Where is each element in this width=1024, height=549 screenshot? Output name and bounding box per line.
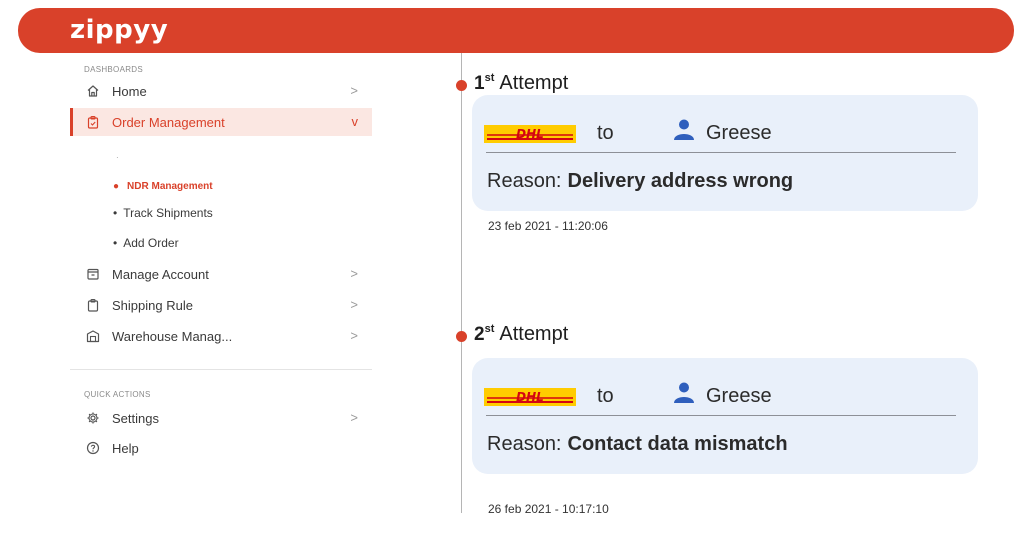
home-icon [87,85,99,97]
reason-row: Reason: Delivery address wrong [487,170,793,193]
sidebar-item-manage-account[interactable]: Manage Account > [70,260,372,288]
timeline-line [461,53,462,513]
sidebar-item-help[interactable]: Help [70,434,372,462]
sidebar-item-settings[interactable]: Settings > [70,404,372,432]
attempt-title: 2 st Attempt [474,323,568,346]
person-icon [674,119,694,140]
sidebar-item-order-management[interactable]: Order Management v [70,108,372,136]
sidebar-item-warehouse-management[interactable]: Warehouse Manag... > [70,322,372,350]
submenu-item-label: Add Order [123,236,179,250]
svg-text:DHL: DHL [516,390,544,404]
bullet-dot: ● [113,181,120,192]
chevron-right-icon: > [350,410,358,425]
reason-label: Reason: [487,170,562,192]
submenu-separator-dot: · [116,153,119,162]
attempt-title: 1 st Attempt [474,72,568,95]
person-icon [674,382,694,403]
sidebar-item-label: Order Management [112,114,225,130]
attempt-card: DHL to Greese Reason: Delivery address w… [472,95,978,211]
dashboards-section-label: DASHBOARDS [84,65,144,74]
sidebar-item-label: Manage Account [112,266,209,282]
attempt-suffix: st [484,72,495,84]
sidebar-item-label: Shipping Rule [112,297,193,313]
sidebar-item-label: Home [112,83,147,99]
clipboard-rule-icon [87,298,99,312]
submenu-item-ndr-management[interactable]: ● NDR Management [113,181,213,192]
attempt-suffix: st [484,323,495,335]
submenu-item-track-shipments[interactable]: • Track Shipments [113,206,213,220]
bullet-dot: • [113,236,118,250]
dhl-logo-icon: DHL [484,388,576,406]
quick-actions-section-label: QUICK ACTIONS [84,390,151,399]
card-separator [486,152,956,153]
svg-text:DHL: DHL [516,127,544,141]
help-icon [86,441,100,455]
reason-row: Reason: Contact data mismatch [487,433,788,456]
recipient-name: Greese [706,385,772,407]
attempt-number: 2 [474,324,485,345]
timeline-dot [456,331,467,342]
chevron-right-icon: > [350,328,358,343]
recipient-name: Greese [706,122,772,144]
sidebar-divider [70,369,372,370]
attempt-number: 1 [474,73,485,94]
top-bar: zippyy [18,8,1014,53]
zippyy-logo[interactable]: zippyy [70,15,168,45]
reason-label: Reason: [487,433,562,455]
submenu-item-add-order[interactable]: • Add Order [113,236,179,250]
gear-icon [87,412,99,424]
submenu-item-label: NDR Management [127,181,213,192]
dhl-logo-icon: DHL [484,125,576,143]
chevron-right-icon: > [350,83,358,98]
account-box-icon [87,268,99,280]
attempt-label: Attempt [499,323,569,345]
to-label: to [597,122,614,144]
submenu-item-label: Track Shipments [123,206,213,220]
warehouse-icon [86,330,100,343]
chevron-down-icon: v [351,114,359,129]
chevron-right-icon: > [350,266,358,281]
reason-value: Contact data mismatch [567,433,788,455]
chevron-right-icon: > [350,297,358,312]
attempt-datetime: 26 feb 2021 - 10:17:10 [488,502,609,516]
attempt-card: DHL to Greese Reason: Contact data misma… [472,358,978,474]
clipboard-icon [87,115,99,129]
sidebar-item-home[interactable]: Home > [70,77,372,105]
attempt-label: Attempt [499,72,569,94]
sidebar-item-label: Help [112,440,139,456]
to-label: to [597,385,614,407]
reason-value: Delivery address wrong [567,170,794,192]
sidebar-item-shipping-rule[interactable]: Shipping Rule > [70,291,372,319]
sidebar-item-label: Warehouse Manag... [112,328,233,344]
timeline-dot [456,80,467,91]
sidebar-item-label: Settings [112,410,159,426]
attempt-datetime: 23 feb 2021 - 11:20:06 [488,219,608,233]
bullet-dot: • [113,206,118,220]
card-separator [486,415,956,416]
